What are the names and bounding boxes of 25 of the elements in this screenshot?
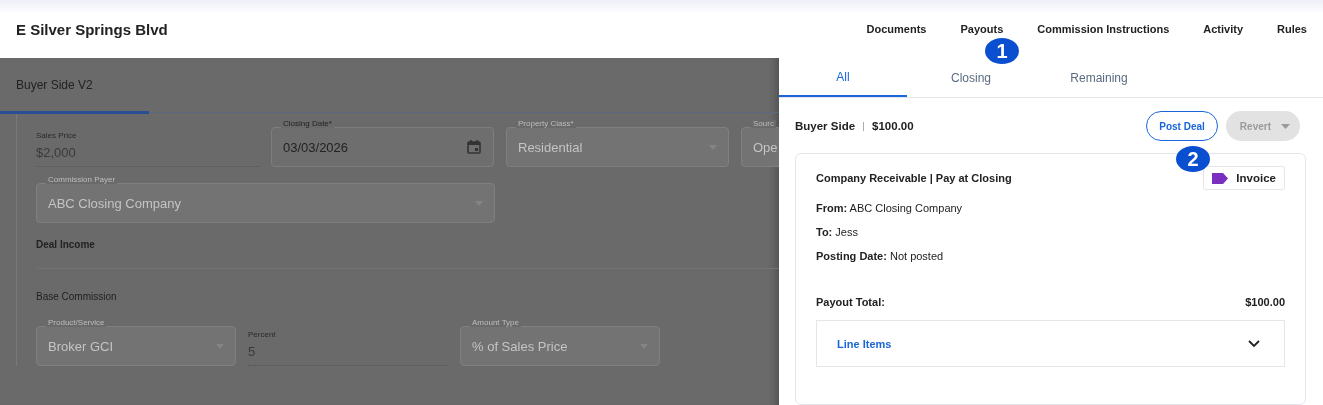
invoice-tag[interactable]: Invoice: [1203, 166, 1285, 190]
caret-icon: [1281, 123, 1290, 129]
summary-side: Buyer Side: [795, 120, 856, 132]
page-title: E Silver Springs Blvd: [16, 20, 168, 38]
form-tab[interactable]: Buyer Side V2: [0, 59, 149, 114]
tab[interactable]: All: [779, 58, 907, 97]
nav-link[interactable]: Commission Instructions: [1037, 23, 1170, 35]
summary-amount: $100.00: [872, 120, 914, 132]
nav-link[interactable]: Payouts: [960, 23, 1004, 35]
nav-link[interactable]: Activity: [1203, 23, 1244, 35]
detail-line: Posting Date: Not posted: [816, 250, 945, 262]
subsection-heading: Base Commission: [36, 291, 118, 302]
payout-title: Company Receivable | Pay at Closing: [816, 172, 1012, 184]
detail-line: From: ABC Closing Company: [816, 202, 964, 214]
chevron-icon: [1248, 339, 1260, 348]
nav-link[interactable]: Documents: [866, 23, 927, 35]
detail-line: To: Jess: [816, 226, 859, 238]
line-items-accordion[interactable]: Line Items: [816, 320, 1285, 367]
total-label: Payout Total:: [816, 296, 885, 308]
calendar-icon: [466, 139, 482, 155]
post-button[interactable]: Post Deal: [1146, 111, 1218, 141]
tab[interactable]: Remaining: [1035, 58, 1163, 97]
nav-link[interactable]: Rules: [1277, 23, 1307, 35]
total-amount: $100.00: [1245, 296, 1285, 308]
section-heading: Deal Income: [36, 239, 96, 250]
